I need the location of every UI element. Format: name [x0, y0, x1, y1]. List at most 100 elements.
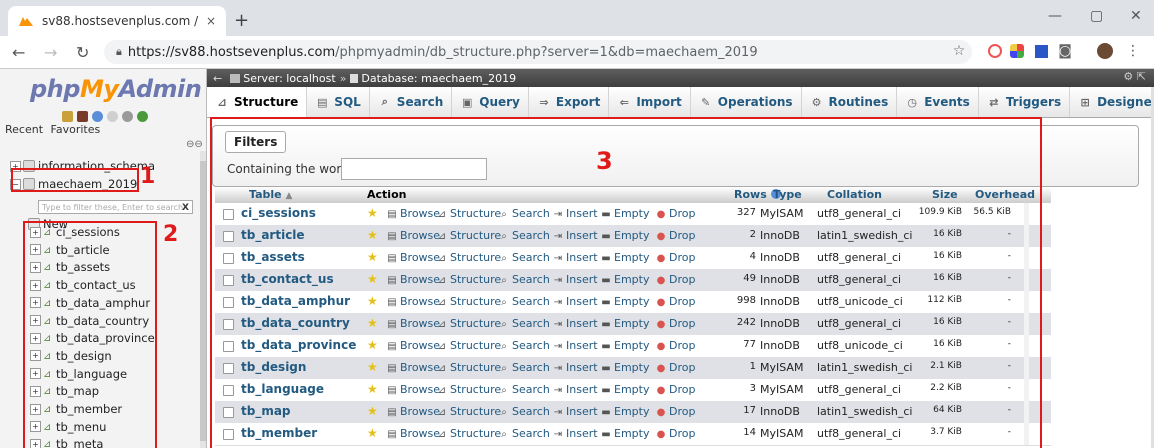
nav-scrollbar-thumb[interactable]: [200, 161, 206, 441]
extension-multicolor-icon[interactable]: [1008, 42, 1026, 60]
url-omnibox[interactable]: 🔒︎ https://sv88.hostsevenplus.com/phpmya…: [104, 40, 972, 64]
nav-scrollbar[interactable]: [200, 151, 206, 448]
action-drop[interactable]: ● Drop: [656, 273, 696, 286]
action-drop[interactable]: ● Drop: [656, 317, 696, 330]
action-search[interactable]: ⌕ Search: [499, 383, 550, 396]
action-insert[interactable]: ⇥ Insert: [553, 207, 598, 220]
back-arrow-icon[interactable]: ←: [12, 43, 25, 62]
collapse-icon[interactable]: −: [10, 178, 21, 190]
action-structure[interactable]: ⊿ Structure: [437, 339, 501, 352]
expand-icon[interactable]: +: [30, 261, 41, 273]
favorite-star-icon[interactable]: ★: [367, 404, 378, 418]
table-filter-input[interactable]: Type to filter these, Enter to search X: [38, 200, 193, 214]
expand-icon[interactable]: +: [10, 160, 21, 172]
action-search[interactable]: ⌕ Search: [499, 317, 550, 330]
action-empty[interactable]: ▬ Empty: [601, 207, 649, 220]
nav-table-item[interactable]: + ⊿ tb_member: [30, 400, 122, 418]
nav-table-item[interactable]: + ⊿ tb_data_province: [30, 329, 155, 347]
link-chain-icon[interactable]: ⊖⊖: [186, 139, 203, 150]
browser-tab[interactable]: sv88.hostsevenplus.com / localho ×: [8, 6, 226, 36]
action-search[interactable]: ⌕ Search: [499, 207, 550, 220]
nav-table-item[interactable]: + ⊿ ci_sessions: [30, 223, 120, 241]
extension-blue-icon[interactable]: [1032, 42, 1050, 60]
expand-icon[interactable]: +: [30, 226, 41, 238]
favorite-star-icon[interactable]: ★: [367, 338, 378, 352]
tab-close-icon[interactable]: ×: [206, 14, 216, 28]
expand-icon[interactable]: +: [30, 350, 41, 362]
forward-arrow-icon[interactable]: →: [44, 43, 57, 62]
filter-word-input[interactable]: [341, 158, 487, 180]
filter-clear-button[interactable]: X: [182, 201, 189, 215]
home-icon[interactable]: [62, 111, 73, 122]
settings-collapse-icons[interactable]: ⚙ ⇱: [1123, 70, 1146, 83]
action-search[interactable]: ⌕ Search: [499, 427, 550, 440]
expand-icon[interactable]: +: [30, 315, 41, 326]
action-browse[interactable]: ▤ Browse: [387, 317, 440, 330]
action-browse[interactable]: ▤ Browse: [387, 427, 440, 440]
action-empty[interactable]: ▬ Empty: [601, 427, 649, 440]
db-item-information-schema[interactable]: + information_schema: [10, 157, 155, 175]
action-search[interactable]: ⌕ Search: [499, 229, 550, 242]
nav-table-item[interactable]: + ⊿ tb_assets: [30, 258, 110, 276]
action-browse[interactable]: ▤ Browse: [387, 383, 440, 396]
action-drop[interactable]: ● Drop: [656, 405, 696, 418]
action-drop[interactable]: ● Drop: [656, 229, 696, 242]
action-empty[interactable]: ▬ Empty: [601, 339, 649, 352]
favorite-star-icon[interactable]: ★: [367, 228, 378, 242]
favorite-star-icon[interactable]: ★: [367, 272, 378, 286]
action-drop[interactable]: ● Drop: [656, 339, 696, 352]
action-structure[interactable]: ⊿ Structure: [437, 383, 501, 396]
breadcrumb-database[interactable]: Database: maechaem_2019: [361, 72, 516, 85]
tab-export[interactable]: ⇒ Export: [529, 87, 610, 117]
reload-icon[interactable]: ↻: [76, 43, 89, 62]
row-checkbox[interactable]: [223, 429, 234, 440]
close-window-button[interactable]: ✕: [1130, 8, 1142, 24]
docs-icon[interactable]: [107, 111, 118, 122]
expand-icon[interactable]: +: [30, 385, 41, 397]
expand-icon[interactable]: +: [30, 421, 41, 433]
header-overhead[interactable]: Overhead: [975, 188, 1035, 201]
expand-icon[interactable]: +: [30, 297, 41, 309]
table-name-link[interactable]: tb_data_country: [241, 316, 350, 330]
action-search[interactable]: ⌕ Search: [499, 405, 550, 418]
action-browse[interactable]: ▤ Browse: [387, 405, 440, 418]
favorite-star-icon[interactable]: ★: [367, 382, 378, 396]
favorite-star-icon[interactable]: ★: [367, 206, 378, 220]
action-drop[interactable]: ● Drop: [656, 383, 696, 396]
nav-table-item[interactable]: + ⊿ tb_design: [30, 347, 112, 365]
action-structure[interactable]: ⊿ Structure: [437, 361, 501, 374]
action-drop[interactable]: ● Drop: [656, 295, 696, 308]
nav-table-item[interactable]: + ⊿ tb_article: [30, 241, 110, 259]
table-name-link[interactable]: tb_data_province: [241, 338, 356, 352]
browser-menu-icon[interactable]: ⋮: [1124, 42, 1142, 60]
favorite-star-icon[interactable]: ★: [367, 316, 378, 330]
nav-table-item[interactable]: + ⊿ tb_meta: [30, 435, 103, 448]
action-browse[interactable]: ▤ Browse: [387, 273, 440, 286]
tab-import[interactable]: ⇐ Import: [609, 87, 691, 117]
action-drop[interactable]: ● Drop: [656, 361, 696, 374]
action-structure[interactable]: ⊿ Structure: [437, 295, 501, 308]
action-empty[interactable]: ▬ Empty: [601, 295, 649, 308]
row-checkbox[interactable]: [223, 363, 234, 374]
action-search[interactable]: ⌕ Search: [499, 251, 550, 264]
tab-operations[interactable]: ✎ Operations: [691, 87, 802, 117]
bookmark-star-icon[interactable]: ☆: [950, 42, 968, 60]
action-empty[interactable]: ▬ Empty: [601, 229, 649, 242]
tab-triggers[interactable]: ⇄ Triggers: [979, 87, 1071, 117]
action-structure[interactable]: ⊿ Structure: [437, 273, 501, 286]
action-structure[interactable]: ⊿ Structure: [437, 405, 501, 418]
tab-structure[interactable]: ⊿ Structure: [207, 87, 308, 117]
action-empty[interactable]: ▬ Empty: [601, 361, 649, 374]
recent-tab[interactable]: Recent: [5, 123, 43, 136]
favorite-star-icon[interactable]: ★: [367, 426, 378, 440]
tab-events[interactable]: ◷ Events: [897, 87, 979, 117]
action-search[interactable]: ⌕ Search: [499, 295, 550, 308]
action-drop[interactable]: ● Drop: [656, 207, 696, 220]
row-checkbox[interactable]: [223, 341, 234, 352]
header-table[interactable]: Table ▲: [249, 188, 292, 201]
logout-icon[interactable]: [77, 111, 88, 122]
row-checkbox[interactable]: [223, 385, 234, 396]
db-item-maechaem-2019[interactable]: − maechaem_2019: [10, 175, 137, 193]
nav-table-item[interactable]: + ⊿ tb_menu: [30, 418, 106, 436]
action-browse[interactable]: ▤ Browse: [387, 207, 440, 220]
